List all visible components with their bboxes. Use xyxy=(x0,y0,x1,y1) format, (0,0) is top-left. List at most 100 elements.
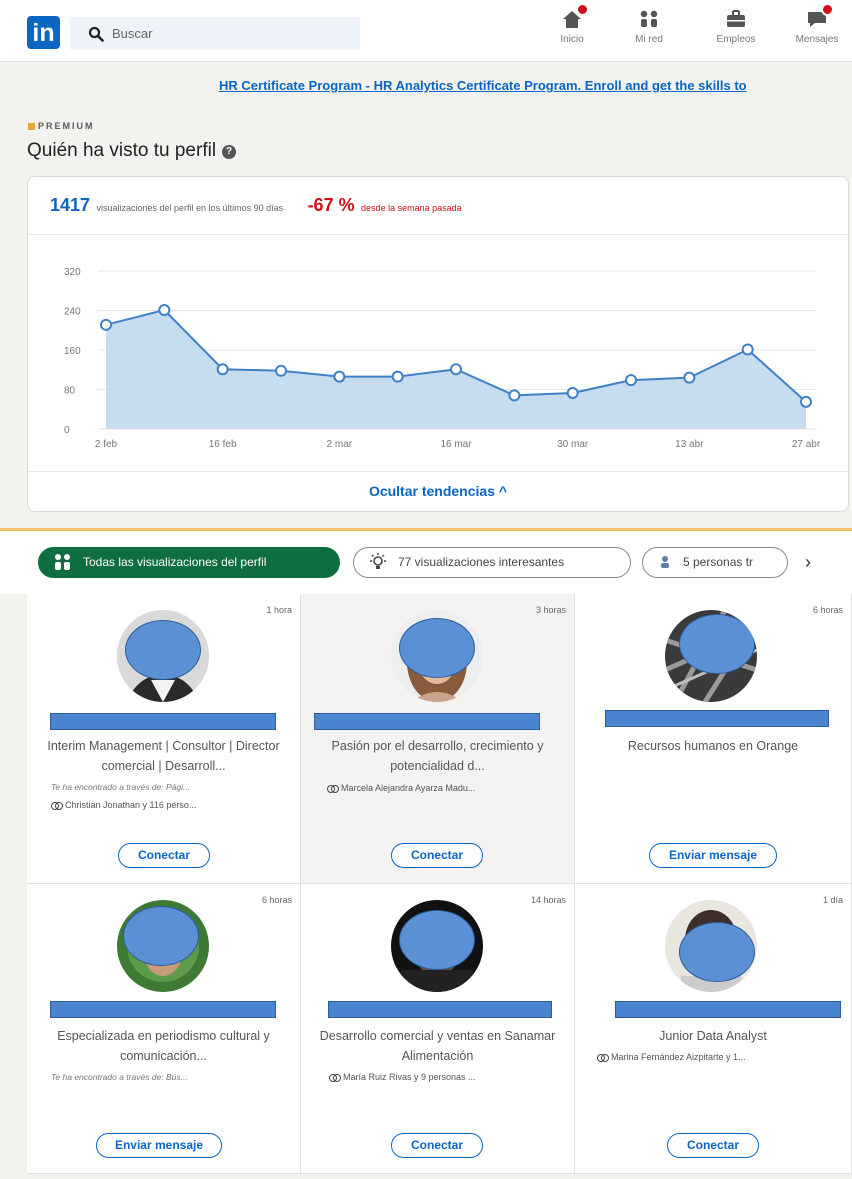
connections-icon xyxy=(51,802,63,810)
data-point[interactable] xyxy=(741,343,754,356)
shared-connections-text: María Ruiz Rivas y 9 personas ... xyxy=(343,1072,476,1082)
divider xyxy=(28,471,848,472)
connections-icon xyxy=(329,1074,341,1082)
viewer-card[interactable]: 14 horas Desarrollo comercial y ventas e… xyxy=(301,884,575,1174)
views-count: 1417 xyxy=(50,195,91,215)
x-tick-label: 30 mar xyxy=(557,439,589,450)
viewer-headline: Especializada en periodismo cultural y c… xyxy=(57,1029,270,1063)
filter-interesting-views[interactable]: 77 visualizaciones interesantes xyxy=(353,547,631,578)
nav-item-label: Mensajes xyxy=(795,34,839,45)
viewer-headline: Junior Data Analyst xyxy=(659,1029,767,1043)
filter-label: Todas las visualizaciones del perfil xyxy=(83,555,267,569)
view-time: 14 horas xyxy=(530,895,566,905)
data-point[interactable] xyxy=(508,389,521,402)
views-description: visualizaciones del perfil en los último… xyxy=(96,203,284,213)
nav-item-network[interactable]: Mi red xyxy=(614,8,684,45)
send-message-button[interactable]: Enviar mensaje xyxy=(96,1133,222,1158)
viewer-card[interactable]: 1 hora Interim Management | Consultor | … xyxy=(27,594,301,884)
x-tick-label: 16 feb xyxy=(209,439,237,450)
nav-item-label: Inicio xyxy=(560,34,584,45)
redacted-name xyxy=(615,1001,841,1018)
view-time: 1 hora xyxy=(266,605,292,615)
data-point[interactable] xyxy=(391,370,404,383)
nav-item-label: Empleos xyxy=(716,34,756,45)
messaging-icon xyxy=(806,3,834,30)
viewer-headline: Pasión por el desarrollo, crecimiento y … xyxy=(331,739,544,773)
viewers-grid: 1 hora Interim Management | Consultor | … xyxy=(0,594,852,1179)
divider xyxy=(28,234,848,235)
redaction-mask xyxy=(399,910,475,970)
redaction-mask xyxy=(123,906,199,966)
search-icon xyxy=(88,26,104,42)
viewer-card[interactable]: 6 horas Especializada en periodismo cult… xyxy=(27,884,301,1174)
shared-connections: Marina Fernández Aizpitarte y 1... xyxy=(597,1052,847,1062)
data-point[interactable] xyxy=(333,370,346,383)
redaction-mask xyxy=(125,620,201,680)
view-time: 3 horas xyxy=(535,605,566,615)
viewer-card[interactable]: 1 día Junior Data Analyst Marina Fernánd… xyxy=(575,884,852,1174)
viewer-card[interactable]: 6 horas Recursos humanos en Orange Envia… xyxy=(575,594,852,884)
y-tick-label: 320 xyxy=(64,267,81,278)
y-tick-label: 160 xyxy=(64,346,81,357)
data-point[interactable] xyxy=(625,374,637,387)
redacted-name xyxy=(50,1001,276,1018)
hide-trends-button[interactable]: Ocultar tendencias ^ xyxy=(28,483,848,499)
briefcase-icon xyxy=(725,8,747,30)
chevron-right-icon[interactable]: › xyxy=(805,552,811,573)
search-input[interactable]: Buscar xyxy=(70,17,360,50)
premium-icon xyxy=(28,123,35,131)
stats-summary: 1417 visualizaciones del perfil en los ú… xyxy=(50,195,462,216)
viewer-headline: Interim Management | Consultor | Directo… xyxy=(47,739,280,773)
avatar[interactable] xyxy=(391,610,483,702)
viewer-headline: Recursos humanos en Orange xyxy=(627,739,799,753)
avatar[interactable] xyxy=(117,900,209,992)
data-point[interactable] xyxy=(800,395,812,408)
filter-bar: Todas las visualizaciones del perfil 77 … xyxy=(0,528,852,594)
nav-item-messages[interactable]: Mensajes xyxy=(782,3,852,45)
nav-item-label: Mi red xyxy=(635,34,663,45)
filter-all-views[interactable]: Todas las visualizaciones del perfil xyxy=(38,547,340,578)
data-point[interactable] xyxy=(275,364,287,377)
x-tick-label: 27 abr xyxy=(792,439,821,450)
shared-connections-text: Marina Fernández Aizpitarte y 1... xyxy=(611,1052,746,1062)
connect-button[interactable]: Conectar xyxy=(391,843,483,868)
redaction-mask xyxy=(679,922,755,982)
notification-badge xyxy=(821,3,834,16)
avatar[interactable] xyxy=(391,900,483,992)
notification-badge xyxy=(576,3,589,16)
connect-button[interactable]: Conectar xyxy=(118,843,210,868)
linkedin-logo[interactable]: in xyxy=(27,16,60,49)
connect-button[interactable]: Conectar xyxy=(391,1133,483,1158)
data-point[interactable] xyxy=(100,318,112,331)
connect-button[interactable]: Conectar xyxy=(667,1133,759,1158)
nav-item-jobs[interactable]: Empleos xyxy=(701,8,771,45)
avatar[interactable] xyxy=(665,610,757,702)
premium-text: PREMIUM xyxy=(38,121,95,131)
data-point[interactable] xyxy=(683,371,696,384)
connections-icon xyxy=(597,1054,609,1062)
redacted-name xyxy=(328,1001,552,1018)
avatar[interactable] xyxy=(117,610,209,702)
nav-item-home[interactable]: Inicio xyxy=(537,3,607,45)
data-point[interactable] xyxy=(216,363,229,376)
send-message-button[interactable]: Enviar mensaje xyxy=(649,843,777,868)
data-point[interactable] xyxy=(566,386,579,399)
views-delta-description: desde la semana pasada xyxy=(361,203,462,213)
sponsored-ad-link[interactable]: HR Certificate Program - HR Analytics Ce… xyxy=(219,78,747,93)
data-point[interactable] xyxy=(158,304,171,317)
top-nav: in Buscar Inicio Mi red Empleos Mensajes xyxy=(0,0,852,62)
search-placeholder: Buscar xyxy=(112,26,153,41)
x-tick-label: 2 feb xyxy=(95,439,118,450)
help-icon[interactable]: ? xyxy=(222,145,237,159)
shared-connections: María Ruiz Rivas y 9 personas ... xyxy=(329,1072,579,1082)
shared-connections-text: Christian Jonathan y 116 perso... xyxy=(65,800,197,810)
views-chart: 0 80 160 240 320 2 feb 16 feb 2 mar 16 mar 30 mar… xyxy=(64,267,821,450)
filter-people[interactable]: 5 personas tr xyxy=(642,547,788,578)
avatar[interactable] xyxy=(665,900,757,992)
data-point[interactable] xyxy=(450,363,462,376)
viewer-card[interactable]: 3 horas Pasión por el desarrollo, crecim… xyxy=(301,594,575,884)
redaction-mask xyxy=(679,614,755,674)
y-tick-label: 0 xyxy=(64,425,70,436)
page-title: Quién ha visto tu perfil? xyxy=(27,140,237,162)
view-time: 1 día xyxy=(822,895,843,905)
